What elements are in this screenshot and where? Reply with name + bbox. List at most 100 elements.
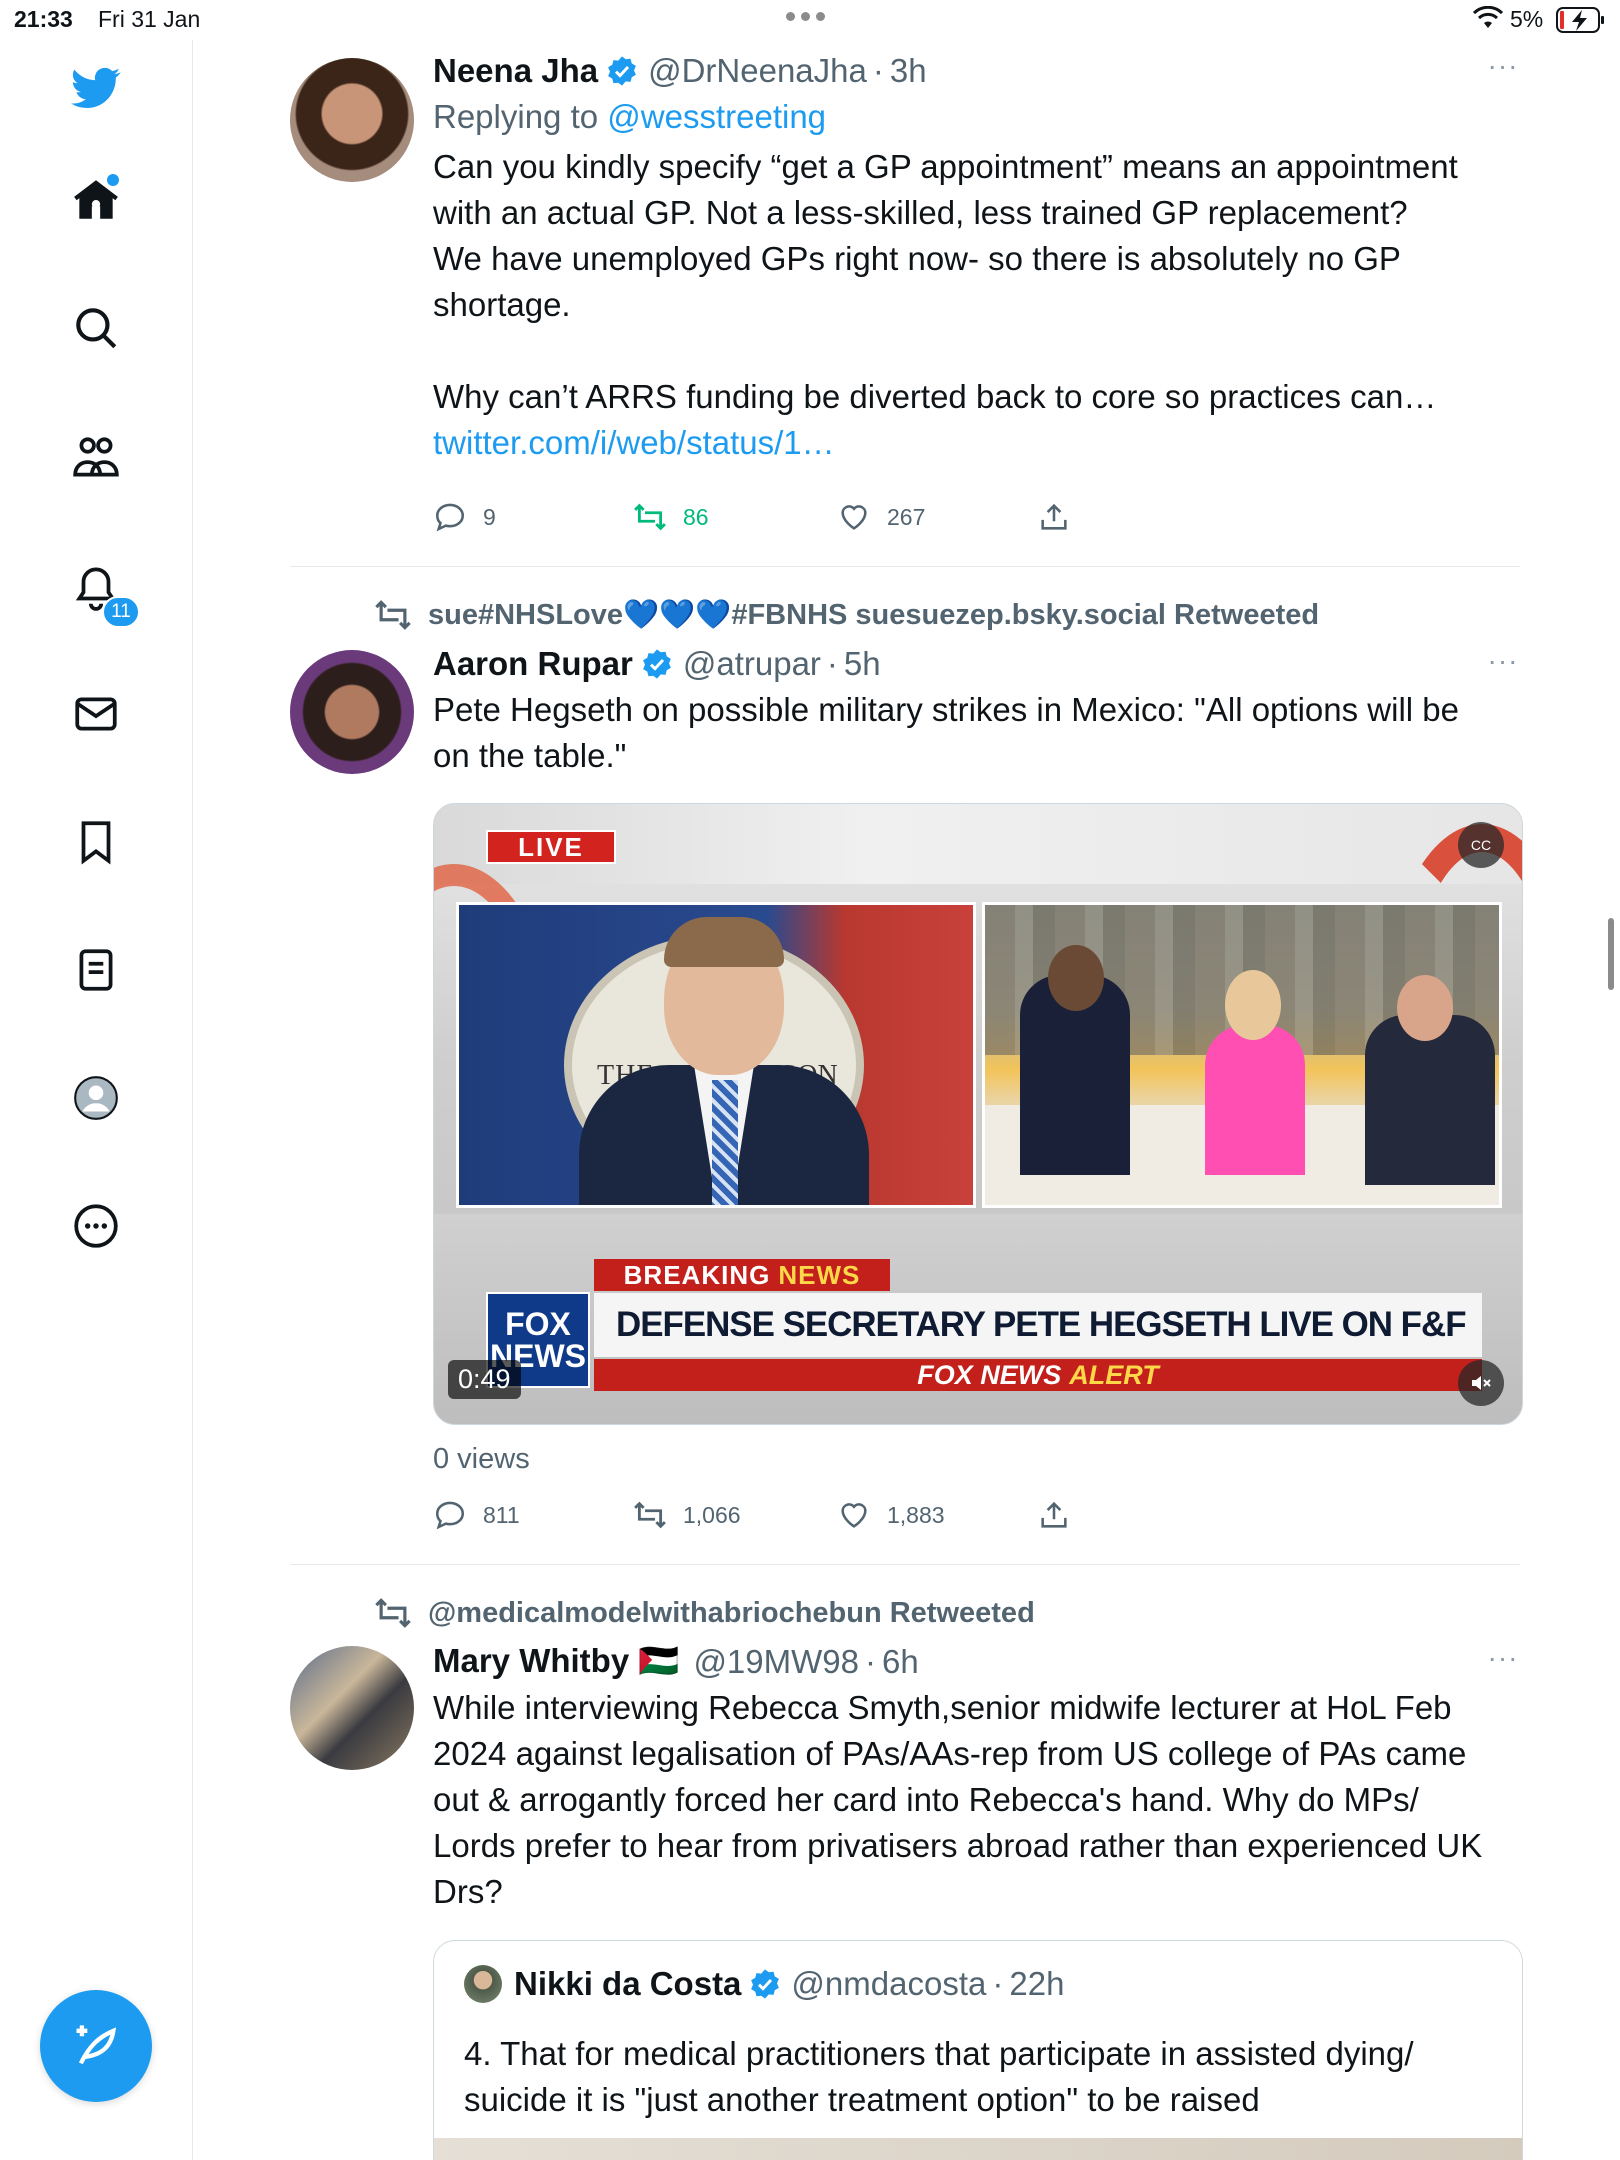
multitasking-dots[interactable] (786, 12, 825, 21)
tweet-actions: 811 1,066 1,883 (433, 1495, 1097, 1535)
tweet-mary-whitby[interactable]: Mary Whitby 🇵🇸 @19MW98 · 6h ··· While in… (433, 1642, 1523, 1915)
tweet-more-icon[interactable]: ··· (1483, 645, 1523, 685)
quoted-tweet-text: 4. That for medical practitioners that p… (464, 2035, 1414, 2118)
quoted-author-name: Nikki da Costa (514, 1965, 742, 2002)
wifi-icon (1473, 6, 1503, 28)
tweet-header: Mary Whitby 🇵🇸 @19MW98 · 6h (433, 1642, 919, 1681)
share-icon (1041, 503, 1067, 530)
reply-count: 811 (483, 1501, 520, 1528)
messages-envelope-icon[interactable] (66, 684, 126, 744)
retweeted-by-row[interactable]: sue#NHSLove💙💙💙#FBNHS suesuezep.bsky.soci… (374, 596, 1319, 634)
author-handle[interactable]: @atrupar (683, 645, 821, 683)
reply-count: 9 (483, 503, 496, 530)
quoted-author-handle: @nmdacosta (791, 1965, 987, 2002)
replying-to-link[interactable]: @wesstreeting (607, 98, 826, 135)
retweet-button[interactable]: 1,066 (633, 1495, 837, 1535)
live-tag: LIVE (486, 830, 616, 864)
tweet-divider (290, 1564, 1520, 1565)
tweet-header: Aaron Rupar @atrupar · 5h (433, 645, 881, 683)
tweet-divider (290, 566, 1520, 567)
verified-badge-icon (642, 649, 671, 679)
verified-badge-icon (751, 1969, 780, 1999)
retweet-count: 1,066 (683, 1501, 741, 1528)
scrollbar[interactable] (1608, 918, 1614, 990)
tweet-header: Neena Jha @DrNeenaJha · 3h (433, 52, 927, 90)
like-button[interactable]: 1,883 (837, 1495, 1037, 1535)
heart-icon (841, 505, 867, 530)
sidebar: 11 (0, 40, 193, 2160)
communities-icon[interactable] (66, 428, 126, 488)
video-panel-right (982, 902, 1502, 1208)
share-icon (1041, 1501, 1067, 1528)
quoted-tweet-time: 22h (1009, 1965, 1065, 2002)
reply-icon (435, 1501, 465, 1530)
avatar[interactable] (290, 58, 414, 182)
tweet-link[interactable]: twitter.com/i/web/status/1… (433, 420, 1523, 466)
status-time: 21:33 (14, 6, 73, 32)
tweet-time[interactable]: 5h (844, 645, 881, 683)
share-button[interactable] (1037, 1495, 1097, 1535)
verified-badge-icon (608, 56, 636, 86)
bookmarks-icon[interactable] (66, 812, 126, 872)
author-handle[interactable]: @DrNeenaJha (648, 52, 867, 90)
tweet-time[interactable]: 3h (890, 52, 927, 90)
status-bar: 21:33 Fri 31 Jan 5% (0, 0, 1620, 40)
video-headline: DEFENSE SECRETARY PETE HEGSETH LIVE ON F… (594, 1293, 1482, 1357)
retweeted-by-text: sue#NHSLove💙💙💙#FBNHS suesuezep.bsky.soci… (428, 599, 1320, 631)
status-date: Fri 31 Jan (98, 6, 201, 32)
retweeted-by-row[interactable]: @medicalmodelwithabriochebun Retweeted (374, 1594, 1035, 1632)
video-duration: 0:49 (448, 1360, 521, 1399)
like-count: 267 (887, 503, 926, 530)
tweet-more-icon[interactable]: ··· (1483, 50, 1523, 90)
share-button[interactable] (1037, 497, 1097, 537)
retweet-button[interactable]: 86 (633, 497, 837, 537)
video-panel-left: THE GON (456, 902, 976, 1208)
reply-icon (435, 503, 465, 532)
heart-icon (841, 1503, 867, 1528)
retweet-icon (634, 1501, 666, 1529)
home-unread-dot (107, 174, 119, 186)
notifications-badge: 11 (102, 596, 140, 628)
video-player[interactable]: LIVE CC THE GON BREAKINGNEWS DEFENSE SEC… (433, 803, 1523, 1425)
profile-avatar-icon[interactable] (66, 1068, 126, 1128)
retweeted-by-text: @medicalmodelwithabriochebun Retweeted (428, 1596, 1035, 1629)
reply-button[interactable]: 9 (433, 497, 633, 537)
avatar[interactable] (290, 650, 414, 774)
tweet-more-icon[interactable]: ··· (1483, 1642, 1523, 1682)
tweet-neena-jha[interactable]: Neena Jha @DrNeenaJha · 3h ··· Replying … (433, 50, 1523, 466)
tweet-aaron-rupar[interactable]: Aaron Rupar @atrupar · 5h ··· Pete Hegse… (433, 645, 1523, 779)
replying-to: Replying to @wesstreeting (433, 98, 827, 135)
tweet-time[interactable]: 6h (882, 1643, 919, 1681)
author-name[interactable]: Neena Jha (433, 52, 598, 90)
tweet-text: Can you kindly specify “get a GP appoint… (433, 144, 1523, 466)
compose-tweet-button[interactable] (40, 1990, 152, 2102)
avatar[interactable] (290, 1646, 414, 1770)
retweet-icon (375, 1598, 411, 1628)
captions-button[interactable]: CC (1458, 822, 1504, 868)
quoted-tweet[interactable]: Nikki da Costa @nmdacosta · 22h 4. That … (433, 1940, 1523, 2160)
fox-news-alert-bar: FOX NEWS ALERT (594, 1359, 1482, 1391)
tweet-actions: 9 86 267 (433, 497, 1097, 537)
mute-button[interactable] (1458, 1360, 1504, 1406)
battery-charging-icon (1556, 7, 1604, 33)
video-views: 0 views (433, 1443, 530, 1475)
avatar (464, 1965, 502, 2003)
lists-icon[interactable] (66, 940, 126, 1000)
compose-feather-icon (76, 2025, 117, 2065)
retweet-icon (634, 503, 666, 531)
search-icon[interactable] (66, 298, 126, 358)
reply-button[interactable]: 811 (433, 1495, 633, 1535)
breaking-news-label: BREAKING NEWS (594, 1259, 890, 1291)
quoted-tweet-media[interactable] (434, 2138, 1522, 2160)
retweet-icon (375, 600, 411, 630)
author-name[interactable]: Mary Whitby 🇵🇸 (433, 1642, 679, 1681)
more-options-icon[interactable] (66, 1196, 126, 1256)
twitter-logo-icon[interactable] (66, 58, 126, 118)
battery-percent: 5% (1510, 6, 1544, 32)
speaker-muted-icon (1472, 1376, 1491, 1390)
like-button[interactable]: 267 (837, 497, 1037, 537)
author-handle[interactable]: @19MW98 (693, 1643, 859, 1681)
author-name[interactable]: Aaron Rupar (433, 645, 633, 683)
quoted-tweet-header: Nikki da Costa @nmdacosta · 22h (464, 1965, 1064, 2003)
like-count: 1,883 (887, 1501, 945, 1528)
